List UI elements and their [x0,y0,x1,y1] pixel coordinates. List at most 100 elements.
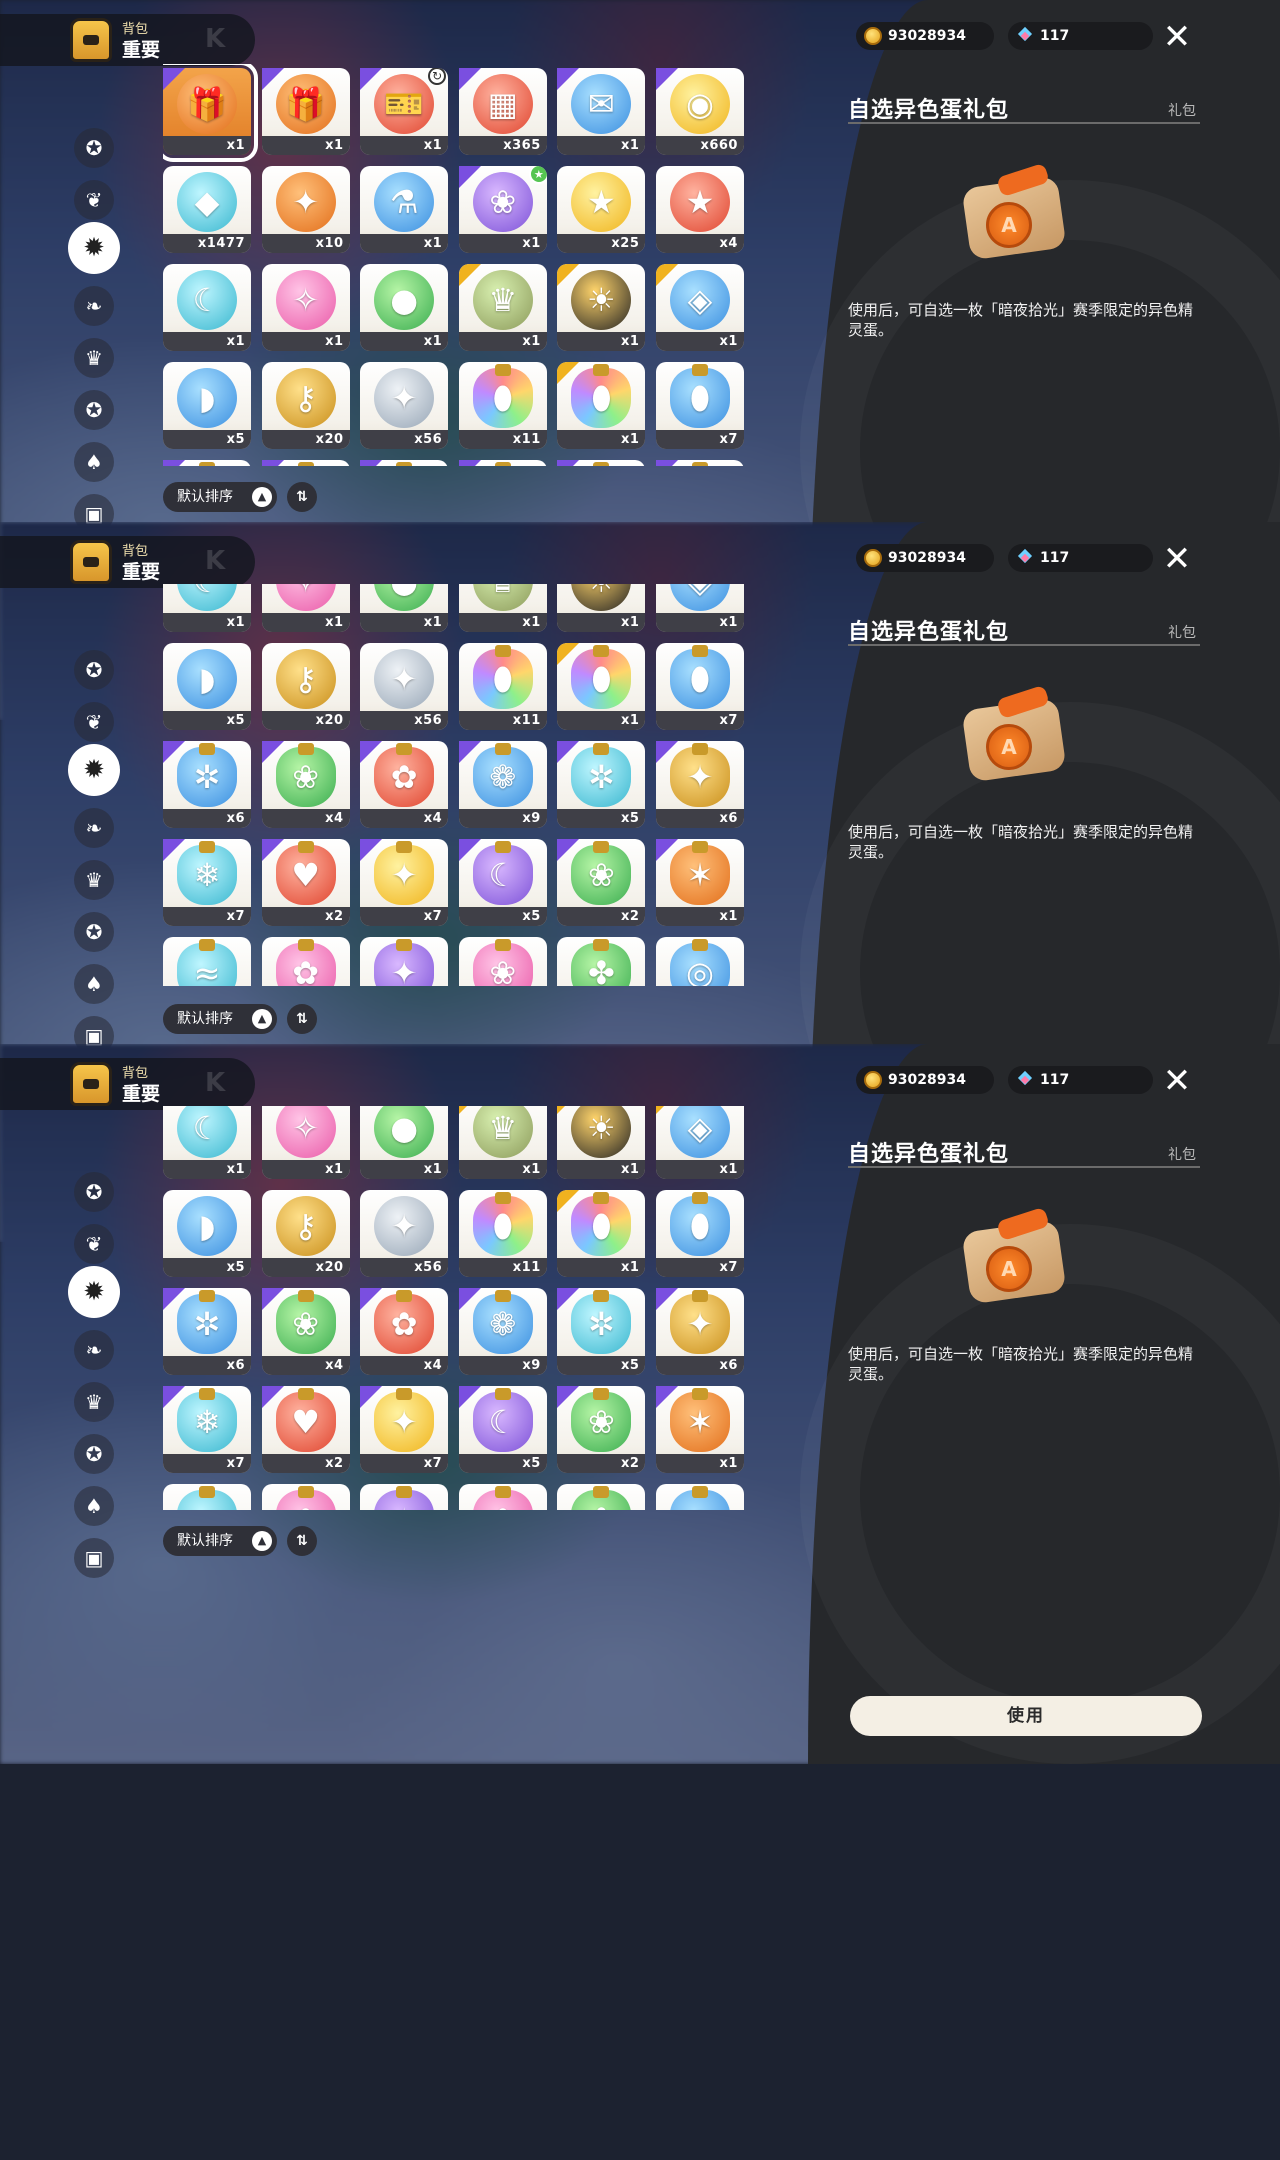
item-slot[interactable]: ★ x25 [557,166,646,253]
item-slot[interactable]: ⚷ x20 [261,362,350,449]
item-slot[interactable]: ◗ x5 [163,1190,251,1277]
item-slot[interactable]: ✤x4 [557,1484,646,1510]
category-tab-chest[interactable]: ▣ [74,1538,114,1578]
item-slot[interactable]: ⬮ x7 [655,362,744,449]
category-tab-leaf[interactable]: ❦ [74,702,114,742]
item-slot[interactable]: ⬮ x11 [458,643,547,730]
item-slot[interactable]: ☾ x1 [163,584,251,632]
item-slot[interactable]: ★ x4 [655,166,744,253]
item-slot[interactable]: ♛ x1 [458,1106,547,1179]
sort-dropdown[interactable]: 默认排序 ▲ [163,1526,277,1556]
item-slot[interactable]: ✲x5 [557,741,646,828]
item-slot[interactable]: ✦x6 [655,460,744,466]
item-slot[interactable]: ◆ x1477 [163,166,251,253]
category-tab-crown-card[interactable]: ♛ [74,1382,114,1422]
item-slot[interactable]: ♥ x2 [261,1386,350,1473]
item-slot[interactable]: ▦ x365 [458,68,547,155]
item-slot[interactable]: ♛ x1 [458,584,547,632]
item-slot[interactable]: ✦x3 [360,1484,449,1510]
item-slot[interactable]: ⚷ x20 [261,1190,350,1277]
item-slot[interactable]: ❁x9 [458,741,547,828]
item-slot[interactable]: ❀x4 [458,1484,547,1510]
item-slot[interactable]: ⬮ x11 [458,362,547,449]
category-tab-gear-star[interactable]: ✹ [68,1266,120,1318]
item-slot[interactable]: 🎫 ↻ x1 [360,68,449,155]
item-slot[interactable]: ✿x4 [360,741,449,828]
item-slot[interactable]: ✦x6 [655,741,744,828]
item-slot[interactable]: ✦ x56 [360,362,449,449]
item-slot[interactable]: ✿x6 [261,937,350,986]
item-slot[interactable]: ⚷ x20 [261,643,350,730]
item-slot[interactable]: ⚗ x1 [360,166,449,253]
category-tab-crown-card[interactable]: ♛ [74,860,114,900]
item-slot[interactable]: ◈ x1 [655,1106,744,1179]
category-tab-leaf[interactable]: ❦ [74,180,114,220]
item-slot[interactable]: ❀x4 [261,741,350,828]
item-slot[interactable]: ◗ x5 [163,362,251,449]
item-slot[interactable]: ✧ x1 [261,1106,350,1179]
item-slot[interactable]: ● x1 [360,584,449,632]
item-slot[interactable]: ✲x5 [557,1288,646,1375]
item-slot[interactable]: ≈x3 [163,937,251,986]
item-slot[interactable]: ❁x9 [458,460,547,466]
item-slot[interactable]: ✿x4 [360,1288,449,1375]
item-slot[interactable]: ❀x4 [458,937,547,986]
item-slot[interactable]: ⬮ x1 [557,643,646,730]
item-slot[interactable]: ✶ x1 [655,839,744,926]
item-slot[interactable]: ☾ x5 [458,1386,547,1473]
item-slot[interactable]: ❀ x2 [557,839,646,926]
item-slot[interactable]: ✲x5 [557,460,646,466]
item-slot[interactable]: ♛ x1 [458,264,547,351]
category-tab-leaf-star[interactable]: ❧ [74,808,114,848]
item-slot[interactable]: ✧ x1 [261,264,350,351]
category-tab-acorn[interactable]: ♠ [74,964,114,1004]
close-icon[interactable]: ✕ [1160,1064,1194,1098]
item-slot[interactable]: ☀ x1 [557,584,646,632]
item-slot[interactable]: ⬮ x7 [655,1190,744,1277]
item-slot[interactable]: ✿x6 [261,1484,350,1510]
item-slot[interactable]: ☾ x1 [163,264,251,351]
category-tab-ball[interactable]: ✪ [74,390,114,430]
item-slot[interactable]: ☀ x1 [557,264,646,351]
category-tab-acorn[interactable]: ♠ [74,442,114,482]
sort-dropdown[interactable]: 默认排序 ▲ [163,1004,277,1034]
item-slot[interactable]: ✉ x1 [557,68,646,155]
sort-order-toggle-icon[interactable]: ⇅ [287,482,317,512]
item-grid-window[interactable]: 🎁x1🎁x1🎫↻x1▦x365✉x1◉x660◆x1477✦x10⚗x1❀★x1… [163,64,753,466]
item-slot[interactable]: ✶ x1 [655,1386,744,1473]
item-slot[interactable]: ✤x4 [557,937,646,986]
category-tab-gear-star[interactable]: ✹ [68,222,120,274]
item-slot[interactable]: ❀x4 [261,1288,350,1375]
item-grid-window[interactable]: 🎁x1🎁x1🎫↻x1▦x365✉x1◉x660◆x1477✦x10⚗x1❀★x1… [163,584,753,986]
sort-order-toggle-icon[interactable]: ⇅ [287,1004,317,1034]
use-button[interactable]: 使用 [850,1696,1202,1736]
item-slot[interactable]: ☾ x1 [163,1106,251,1179]
category-tab-star-badge[interactable]: ✪ [74,650,114,690]
item-slot[interactable]: ❄ x7 [163,1386,251,1473]
category-tab-leaf[interactable]: ❦ [74,1224,114,1264]
category-tab-acorn[interactable]: ♠ [74,1486,114,1526]
item-slot[interactable]: ♥ x2 [261,839,350,926]
item-slot[interactable]: ◈ x1 [655,584,744,632]
item-slot[interactable]: ✧ x1 [261,584,350,632]
category-tab-ball[interactable]: ✪ [74,1434,114,1474]
category-tab-gear-star[interactable]: ✹ [68,744,120,796]
item-slot[interactable]: ✦x3 [360,937,449,986]
item-slot[interactable]: ✲ x6 [163,741,251,828]
item-slot[interactable]: ⬮ x1 [557,1190,646,1277]
item-slot[interactable]: ✦x6 [655,1288,744,1375]
item-slot[interactable]: ☾ x5 [458,839,547,926]
item-slot[interactable]: ✦ x7 [360,1386,449,1473]
item-slot[interactable]: ✦ x56 [360,643,449,730]
close-icon[interactable]: ✕ [1160,20,1194,54]
category-tab-leaf-star[interactable]: ❧ [74,1330,114,1370]
category-tab-star-badge[interactable]: ✪ [74,128,114,168]
item-slot[interactable]: ◗ x5 [163,643,251,730]
item-slot[interactable]: ✦ x7 [360,839,449,926]
category-tab-ball[interactable]: ✪ [74,912,114,952]
item-slot[interactable]: ❀ ★ x1 [458,166,547,253]
item-slot[interactable]: ✦ x56 [360,1190,449,1277]
sort-order-toggle-icon[interactable]: ⇅ [287,1526,317,1556]
item-slot[interactable]: ⬮ x7 [655,643,744,730]
item-slot[interactable]: ✿x4 [360,460,449,466]
